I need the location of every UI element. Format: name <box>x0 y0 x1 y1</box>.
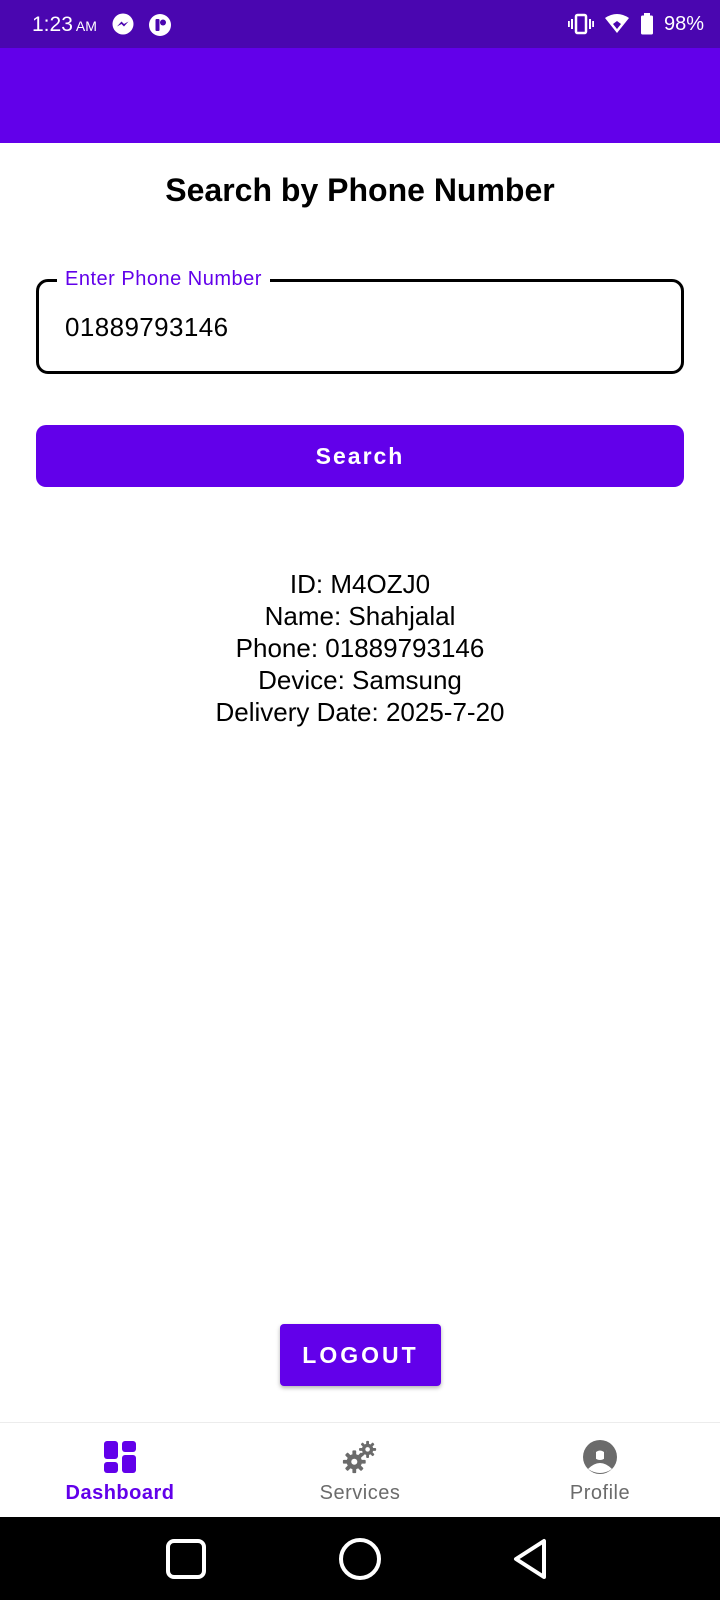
battery-icon <box>640 13 654 35</box>
nav-item-profile[interactable]: Profile <box>480 1423 720 1517</box>
result-device: Device: Samsung <box>258 665 462 695</box>
status-time-value: 1:23 <box>32 13 73 36</box>
status-time: 1:23 AM <box>32 13 97 37</box>
phone-number-label: Enter Phone Number <box>57 265 270 293</box>
system-navigation-bar <box>0 1517 720 1600</box>
logout-button[interactable]: LOGOUT <box>280 1324 441 1386</box>
nav-item-dashboard[interactable]: Dashboard <box>0 1423 240 1517</box>
app-bar <box>0 48 720 143</box>
battery-percentage: 98% <box>663 12 704 35</box>
search-button[interactable]: Search <box>36 425 684 487</box>
page-title: Search by Phone Number <box>165 172 555 208</box>
result-name: Name: Shahjalal <box>264 601 456 631</box>
messenger-icon <box>112 13 134 35</box>
phone-number-input[interactable]: 01889793146 <box>65 312 228 343</box>
app-notification-icon <box>148 13 171 36</box>
status-bar: 1:23 AM 98% <box>0 0 720 48</box>
nav-label-services: Services <box>319 1482 401 1504</box>
wifi-icon <box>604 13 630 35</box>
search-result: ID: M4OZJ0 Name: Shahjalal Phone: 018897… <box>0 568 720 728</box>
result-id: ID: M4OZJ0 <box>289 569 431 599</box>
dashboard-icon <box>101 1438 139 1476</box>
phone-number-field[interactable]: Enter Phone Number 01889793146 <box>36 265 684 374</box>
status-right-icons: 98% <box>567 11 704 37</box>
home-icon[interactable] <box>336 1535 384 1583</box>
result-delivery-date: Delivery Date: 2025-7-20 <box>215 697 505 727</box>
profile-icon <box>581 1438 619 1476</box>
gears-icon <box>341 1438 379 1476</box>
nav-label-dashboard: Dashboard <box>65 1482 175 1504</box>
status-time-ampm: AM <box>75 18 97 34</box>
recent-apps-icon[interactable] <box>162 1535 210 1583</box>
nav-label-profile: Profile <box>569 1482 631 1504</box>
nav-item-services[interactable]: Services <box>240 1423 480 1517</box>
vibrate-icon <box>567 13 594 35</box>
back-icon[interactable] <box>508 1535 556 1583</box>
bottom-navigation: Dashboard Services Profile <box>0 1422 720 1517</box>
result-phone: Phone: 01889793146 <box>235 633 485 663</box>
